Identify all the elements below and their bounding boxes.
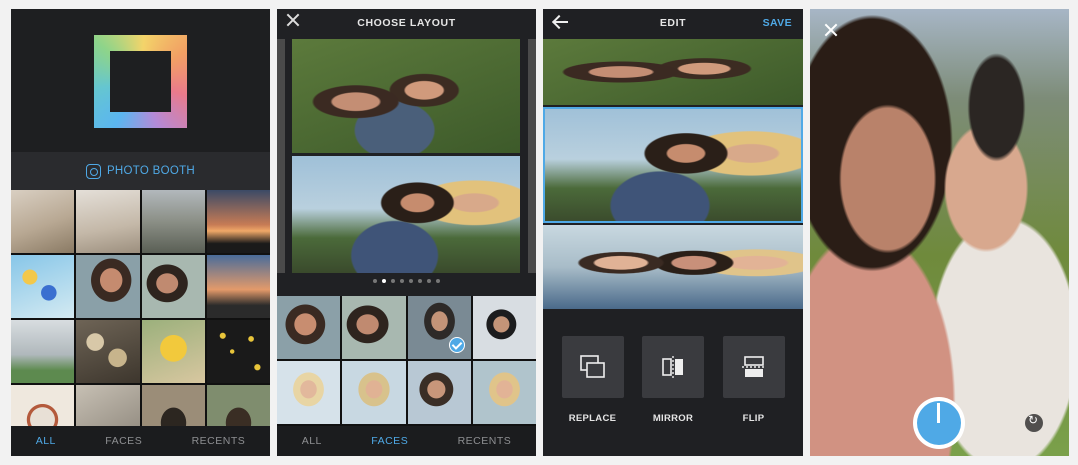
photo-picker-screen: PHOTO BOOTH ALL FACES RECENTS <box>11 9 270 456</box>
replace-tool: REPLACE <box>561 336 624 424</box>
page-dot[interactable] <box>391 279 395 283</box>
photo-thumb[interactable] <box>76 255 140 318</box>
layout-cell-top <box>292 39 520 153</box>
photo-thumb[interactable] <box>206 190 270 253</box>
layout-logo <box>94 35 187 128</box>
camera-screen <box>810 9 1069 456</box>
photo-booth-button[interactable]: PHOTO BOOTH <box>11 152 270 190</box>
photo-booth-label: PHOTO BOOTH <box>106 165 196 177</box>
switch-camera-icon[interactable] <box>1025 413 1043 432</box>
tab-faces[interactable]: FACES <box>371 435 408 447</box>
mirror-icon <box>662 356 683 378</box>
replace-button[interactable] <box>561 336 624 398</box>
photo-thumb[interactable] <box>277 296 341 359</box>
photo-thumb[interactable] <box>342 296 406 359</box>
tab-all[interactable]: ALL <box>302 435 322 447</box>
page-dot[interactable] <box>418 279 422 283</box>
close-icon[interactable] <box>286 13 300 27</box>
tab-faces[interactable]: FACES <box>105 435 142 447</box>
checkmark-icon <box>448 337 465 353</box>
replace-icon <box>579 355 605 378</box>
save-button[interactable]: SAVE <box>763 17 792 29</box>
edit-canvas <box>543 39 803 309</box>
photo-thumb[interactable] <box>11 255 75 318</box>
logo-area <box>11 9 270 152</box>
page-dot[interactable] <box>409 279 413 283</box>
replace-label: REPLACE <box>568 413 617 424</box>
layout-tab-bar: ALL FACES RECENTS <box>277 426 536 456</box>
photo-thumb-selected[interactable] <box>407 296 471 359</box>
photo-thumb[interactable] <box>277 361 341 424</box>
photo-thumb[interactable] <box>342 361 406 424</box>
photo-thumb[interactable] <box>141 255 205 318</box>
close-icon[interactable] <box>824 23 838 37</box>
flip-button[interactable] <box>722 336 785 398</box>
shutter-button[interactable] <box>913 397 965 449</box>
flip-label: FLIP <box>742 413 765 424</box>
photo-thumb[interactable] <box>11 190 75 253</box>
collage-cell[interactable] <box>543 39 803 105</box>
photo-thumb[interactable] <box>407 361 471 424</box>
layout-header: CHOOSE LAYOUT <box>277 9 536 37</box>
next-layout-peek[interactable] <box>528 39 536 273</box>
back-arrow-icon[interactable] <box>552 15 568 29</box>
photo-thumb[interactable] <box>141 190 205 253</box>
mirror-button[interactable] <box>642 336 704 398</box>
photo-thumb[interactable] <box>206 320 270 383</box>
choose-layout-screen: CHOOSE LAYOUT ALL FACES RECENTS <box>277 9 536 456</box>
page-dot[interactable] <box>436 279 440 283</box>
mirror-label: MIRROR <box>652 413 694 424</box>
previous-layout-peek[interactable] <box>277 39 285 273</box>
page-dot[interactable] <box>400 279 404 283</box>
timer-icon <box>917 401 961 445</box>
photo-thumb[interactable] <box>206 255 270 318</box>
edit-header: EDIT SAVE <box>543 9 803 37</box>
photo-thumb[interactable] <box>11 320 75 383</box>
layout-preview[interactable] <box>292 39 520 273</box>
tab-recents[interactable]: RECENTS <box>458 435 512 447</box>
mirror-tool: MIRROR <box>642 336 704 424</box>
layout-title: CHOOSE LAYOUT <box>357 17 456 29</box>
flip-tool: FLIP <box>722 336 785 424</box>
photo-thumb[interactable] <box>472 296 536 359</box>
app-screens: PHOTO BOOTH ALL FACES RECENTS CHOOSE LAY… <box>0 0 1078 465</box>
page-dot[interactable] <box>382 279 386 283</box>
photo-thumb[interactable] <box>76 320 140 383</box>
photo-thumb[interactable] <box>141 320 205 383</box>
edit-title: EDIT <box>659 17 687 29</box>
faces-photo-grid <box>277 296 536 426</box>
camera-icon <box>85 163 101 179</box>
edit-screen: EDIT SAVE REPLACE MIRROR FLIP <box>543 9 803 456</box>
photo-grid <box>11 190 270 448</box>
page-dot[interactable] <box>427 279 431 283</box>
page-indicator <box>277 279 536 283</box>
layout-cell-bottom <box>292 156 520 273</box>
picker-tab-bar: ALL FACES RECENTS <box>11 426 270 456</box>
tab-recents[interactable]: RECENTS <box>192 435 246 447</box>
edit-toolbar: REPLACE MIRROR FLIP <box>543 336 803 424</box>
flip-icon <box>741 356 766 377</box>
collage-cell-selected[interactable] <box>543 107 803 223</box>
photo-thumb[interactable] <box>472 361 536 424</box>
collage-cell[interactable] <box>543 225 803 309</box>
tab-all[interactable]: ALL <box>36 435 56 447</box>
page-dot[interactable] <box>373 279 377 283</box>
photo-thumb[interactable] <box>76 190 140 253</box>
